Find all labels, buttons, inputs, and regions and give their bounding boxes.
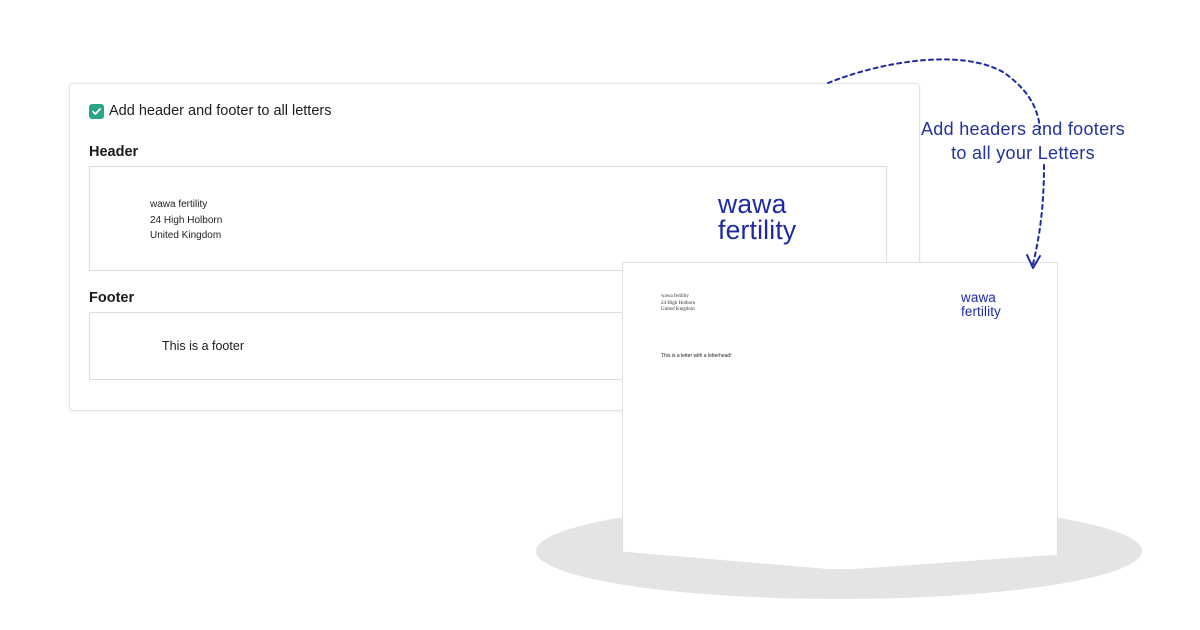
header-address-line: United Kingdom <box>150 230 222 241</box>
header-address: wawa fertility 24 High Holborn United Ki… <box>150 197 222 244</box>
footer-text: This is a footer <box>162 339 244 353</box>
header-address-line: wawa fertility <box>150 199 208 210</box>
footer-section-title: Footer <box>89 290 135 306</box>
header-editor[interactable]: wawa fertility 24 High Holborn United Ki… <box>89 166 887 271</box>
header-section-title: Header <box>89 144 139 160</box>
add-header-footer-checkbox[interactable] <box>89 103 104 119</box>
letter-address-line: United Kingdom <box>661 307 695 312</box>
add-header-footer-toggle[interactable]: Add header and footer to all letters <box>89 102 331 120</box>
letter-brand-logo: wawa fertility <box>961 291 1001 318</box>
letter-body-text: This is a letter with a letterhead! <box>661 353 732 359</box>
check-icon <box>92 107 101 115</box>
logo-line: fertility <box>718 215 797 245</box>
checkbox-label: Add header and footer to all letters <box>109 103 332 119</box>
annotation-line: to all your Letters <box>951 143 1095 163</box>
logo-line: wawa <box>961 290 996 305</box>
annotation-line: Add headers and footers <box>920 119 1126 139</box>
header-address-line: 24 High Holborn <box>150 214 223 226</box>
letter-address: wawa fertility 24 High Holborn United Ki… <box>661 294 695 314</box>
logo-line: fertility <box>961 303 1001 319</box>
annotation-callout: Add headers and footers to all your Lett… <box>892 117 1154 165</box>
letter-preview: wawa fertility 24 High Holborn United Ki… <box>622 262 1058 570</box>
brand-logo: wawa fertility <box>718 189 797 245</box>
logo-line: wawa <box>718 189 787 219</box>
